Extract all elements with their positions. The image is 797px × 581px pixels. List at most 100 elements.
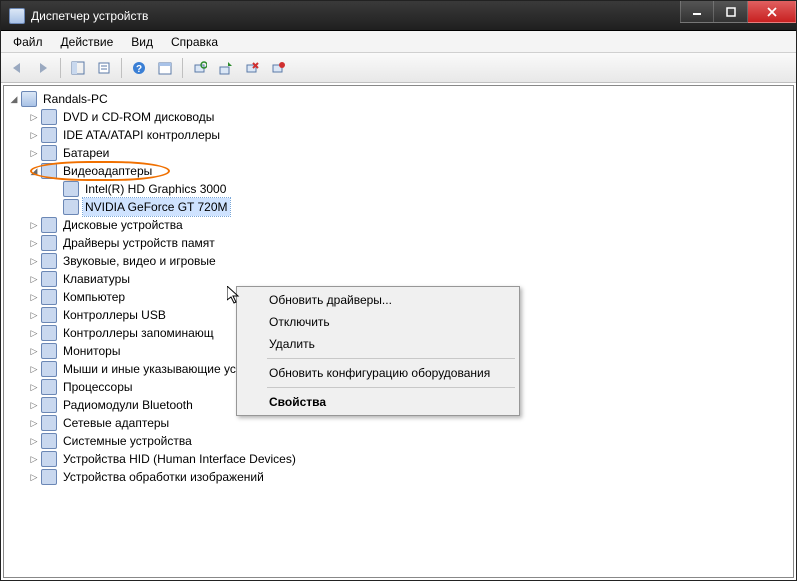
close-button[interactable] [748,1,796,23]
tree-item[interactable]: ▷ Драйверы устройств памят [28,234,791,252]
scan-hardware-button[interactable] [188,56,212,80]
tree-item-label: Контроллеры запоминающ [61,324,216,342]
device-category-icon [41,235,57,251]
expand-icon[interactable]: ▷ [28,129,40,141]
tree-item[interactable]: ▷Сетевые адаптеры [28,414,791,432]
tree-item-label: NVIDIA GeForce GT 720M [83,198,230,216]
toolbar-separator [182,58,183,78]
expand-icon[interactable]: ▷ [28,273,40,285]
titlebar: Диспетчер устройств [1,1,796,31]
tree-item[interactable]: ▷ DVD и CD-ROM дисководы [28,108,791,126]
expand-icon[interactable]: ▷ [28,381,40,393]
tree-item-label: Мониторы [61,342,122,360]
back-button[interactable] [5,56,29,80]
expand-icon[interactable]: ▷ [28,111,40,123]
tree-item-label: Intel(R) HD Graphics 3000 [83,180,228,198]
device-category-icon [41,415,57,431]
properties-button[interactable] [92,56,116,80]
expand-icon[interactable]: ▷ [28,327,40,339]
disable-button[interactable] [266,56,290,80]
context-scan-hardware[interactable]: Обновить конфигурацию оборудования [239,362,517,384]
tree-item[interactable]: ▷Дисковые устройства [28,216,791,234]
expand-icon[interactable]: ▷ [28,363,40,375]
expand-icon[interactable]: ▷ [28,255,40,267]
tree-item-label: Компьютер [61,288,127,306]
tree-item-label: Батареи [61,144,111,162]
toolbar-separator [121,58,122,78]
tree-item[interactable]: ▷ Батареи [28,144,791,162]
collapse-icon[interactable]: ◢ [8,93,20,105]
display-adapter-icon [63,181,79,197]
expand-icon[interactable]: ◢ [28,165,40,177]
tree-item-label: Клавиатуры [61,270,132,288]
menubar: Файл Действие Вид Справка [1,31,796,53]
expand-icon[interactable]: ▷ [28,471,40,483]
maximize-button[interactable] [714,1,748,23]
tree-root[interactable]: ◢ Randals-PC [6,90,791,108]
tree-item[interactable]: ▷IDE ATA/ATAPI контроллеры [28,126,791,144]
tree-item[interactable]: ▷ Устройства HID (Human Interface Devices… [28,450,791,468]
tree-item-selected[interactable]: ▷NVIDIA GeForce GT 720M [50,198,791,216]
tree-root-label: Randals-PC [41,90,110,108]
window-buttons [680,1,796,30]
device-category-icon [41,343,57,359]
expand-icon[interactable]: ▷ [28,309,40,321]
tree-item-label: DVD и CD-ROM дисководы [61,108,216,126]
device-category-icon [41,289,57,305]
computer-icon [21,91,37,107]
expand-icon[interactable]: ▷ [28,237,40,249]
update-driver-button[interactable] [214,56,238,80]
device-category-icon [41,127,57,143]
device-category-icon [41,469,57,485]
forward-button[interactable] [31,56,55,80]
expand-icon[interactable]: ▷ [28,291,40,303]
device-category-icon [41,307,57,323]
tree-item-label: Системные устройства [61,432,194,450]
calendar-button[interactable] [153,56,177,80]
device-manager-window: Диспетчер устройств Файл Действие Вид Сп… [0,0,797,581]
uninstall-button[interactable] [240,56,264,80]
menu-view[interactable]: Вид [123,33,161,51]
context-menu: Обновить драйверы... Отключить Удалить О… [236,286,520,416]
tree-item[interactable]: ▷Intel(R) HD Graphics 3000 [50,180,791,198]
device-category-icon [41,271,57,287]
context-update-drivers[interactable]: Обновить драйверы... [239,289,517,311]
device-category-icon [41,379,57,395]
svg-text:?: ? [136,64,142,75]
menu-help[interactable]: Справка [163,33,226,51]
device-category-icon [41,163,57,179]
expand-icon[interactable]: ▷ [28,219,40,231]
tree-item-label: Устройства обработки изображений [61,468,266,486]
context-separator [267,358,515,359]
expand-icon[interactable]: ▷ [28,453,40,465]
tree-item[interactable]: ◢Видеоадаптеры [28,162,791,180]
tree-item-label: Драйверы устройств памят [61,234,217,252]
menu-action[interactable]: Действие [53,33,122,51]
expand-icon[interactable]: ▷ [28,399,40,411]
toolbar-separator [60,58,61,78]
expand-icon[interactable]: ▷ [28,417,40,429]
expand-icon[interactable]: ▷ [28,345,40,357]
app-icon [9,8,25,24]
tree-item[interactable]: ▷ Устройства обработки изображений [28,468,791,486]
expand-icon[interactable]: ▷ [28,435,40,447]
help-button[interactable]: ? [127,56,151,80]
tree-item-label: Звуковые, видео и игровые [61,252,218,270]
minimize-button[interactable] [680,1,714,23]
tree-item-label: Радиомодули Bluetooth [61,396,195,414]
device-category-icon [41,361,57,377]
context-properties[interactable]: Свойства [239,391,517,413]
menu-file[interactable]: Файл [5,33,51,51]
tree-pane[interactable]: ◢ Randals-PC ▷ DVD и CD-ROM дисководы▷IDE… [3,85,794,578]
device-category-icon [41,217,57,233]
tree-item-label: Устройства HID (Human Interface Devices) [61,450,298,468]
tree-item[interactable]: ▷ Системные устройства [28,432,791,450]
device-category-icon [41,109,57,125]
device-category-icon [41,397,57,413]
context-disable[interactable]: Отключить [239,311,517,333]
tree-item[interactable]: ▷ Звуковые, видео и игровые [28,252,791,270]
device-category-icon [41,451,57,467]
show-hide-tree-button[interactable] [66,56,90,80]
context-delete[interactable]: Удалить [239,333,517,355]
expand-icon[interactable]: ▷ [28,147,40,159]
